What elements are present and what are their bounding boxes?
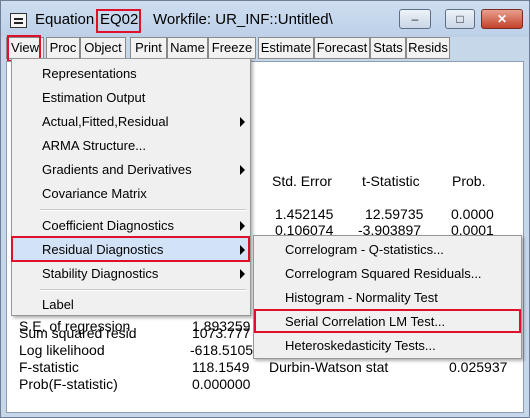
menu-item-label: ARMA Structure...: [42, 138, 147, 153]
stat-value: -618.5105: [190, 342, 254, 358]
prob-value: 0.0000: [451, 206, 494, 222]
submenu-item-label: Heteroskedasticity Tests...: [285, 338, 436, 353]
system-menu-icon[interactable]: [10, 13, 27, 28]
menu-item-stability-diagnostics[interactable]: Stability Diagnostics: [12, 262, 250, 286]
menu-item-label: Covariance Matrix: [42, 186, 147, 201]
t-stat-value: 12.59735: [365, 206, 424, 222]
col-header-prob: Prob.: [452, 173, 486, 189]
submenu-arrow-icon: [240, 269, 245, 279]
col-header-std-error: Std. Error: [272, 173, 332, 189]
menu-item-gradients-derivatives[interactable]: Gradients and Derivatives: [12, 158, 250, 182]
residual-diagnostics-highlight: [11, 236, 250, 262]
menu-item-label-view[interactable]: Label: [12, 293, 250, 317]
menu-separator: [40, 209, 246, 211]
col-header-t-statistic: t-Statistic: [362, 173, 420, 189]
submenu-arrow-icon: [240, 221, 245, 231]
toolbar: View Proc Object Print Name Freeze Estim…: [6, 37, 524, 60]
menu-separator: [40, 289, 246, 291]
close-button[interactable]: ✕: [481, 9, 523, 29]
submenu-arrow-icon: [240, 117, 245, 127]
view-menu: Representations Estimation Output Actual…: [11, 58, 251, 316]
menu-item-label: Label: [42, 297, 74, 312]
menu-item-estimation-output[interactable]: Estimation Output: [12, 86, 250, 110]
menu-item-label: Actual,Fitted,Residual: [42, 114, 169, 129]
menu-item-arma-structure[interactable]: ARMA Structure...: [12, 134, 250, 158]
menu-item-representations[interactable]: Representations: [12, 62, 250, 86]
stats-button[interactable]: Stats: [370, 37, 406, 59]
stat-value: 1073.777: [192, 325, 251, 341]
stat-label: F-statistic: [19, 359, 79, 375]
freeze-button[interactable]: Freeze: [208, 37, 256, 59]
submenu-item-correlogram-q[interactable]: Correlogram - Q-statistics...: [254, 238, 521, 262]
stat-label: Sum squared resid: [19, 325, 137, 341]
durbin-watson-label: Durbin-Watson stat: [269, 359, 389, 375]
submenu-item-label: Histogram - Normality Test: [285, 290, 438, 305]
stat-label: Prob(F-statistic): [19, 376, 118, 392]
name-button[interactable]: Name: [167, 37, 208, 59]
menu-item-label: Estimation Output: [42, 90, 146, 105]
object-button[interactable]: Object: [80, 37, 126, 59]
menu-item-actual-fitted-residual[interactable]: Actual,Fitted,Residual: [12, 110, 250, 134]
std-error-value: 1.452145: [275, 206, 334, 222]
residual-diagnostics-submenu: Correlogram - Q-statistics... Correlogra…: [253, 235, 522, 359]
resids-button[interactable]: Resids: [406, 37, 450, 59]
estimate-button[interactable]: Estimate: [258, 37, 314, 59]
menu-item-covariance-matrix[interactable]: Covariance Matrix: [12, 182, 250, 206]
submenu-item-heteroskedasticity[interactable]: Heteroskedasticity Tests...: [254, 334, 521, 358]
print-button[interactable]: Print: [130, 37, 167, 59]
object-name-highlight: [96, 9, 141, 33]
maximize-button[interactable]: □: [445, 9, 475, 29]
workfile-label: Workfile: UR_INF::Untitled\: [153, 11, 333, 28]
durbin-watson-value: 0.025937: [449, 359, 508, 375]
stat-label: Log likelihood: [19, 342, 105, 358]
stat-value: 118.1549: [192, 359, 250, 375]
serial-correlation-highlight: [254, 309, 521, 333]
menu-item-label: Gradients and Derivatives: [42, 162, 192, 177]
menu-item-coefficient-diagnostics[interactable]: Coefficient Diagnostics: [12, 214, 250, 238]
minimize-button[interactable]: –: [399, 9, 431, 29]
menu-item-label: Coefficient Diagnostics: [42, 218, 174, 233]
window-title-prefix: Equation: [35, 11, 95, 28]
submenu-item-label: Correlogram Squared Residuals...: [285, 266, 482, 281]
submenu-item-histogram-normality[interactable]: Histogram - Normality Test: [254, 286, 521, 310]
stat-value: 0.000000: [192, 376, 251, 392]
submenu-item-label: Correlogram - Q-statistics...: [285, 242, 444, 257]
forecast-button[interactable]: Forecast: [314, 37, 370, 59]
menu-item-label: Stability Diagnostics: [42, 266, 159, 281]
proc-button[interactable]: Proc: [46, 37, 80, 59]
menu-item-label: Representations: [42, 66, 137, 81]
title-bar[interactable]: Equation EQ02 Workfile: UR_INF::Untitled…: [1, 1, 529, 37]
submenu-arrow-icon: [240, 165, 245, 175]
submenu-item-correlogram-squared[interactable]: Correlogram Squared Residuals...: [254, 262, 521, 286]
